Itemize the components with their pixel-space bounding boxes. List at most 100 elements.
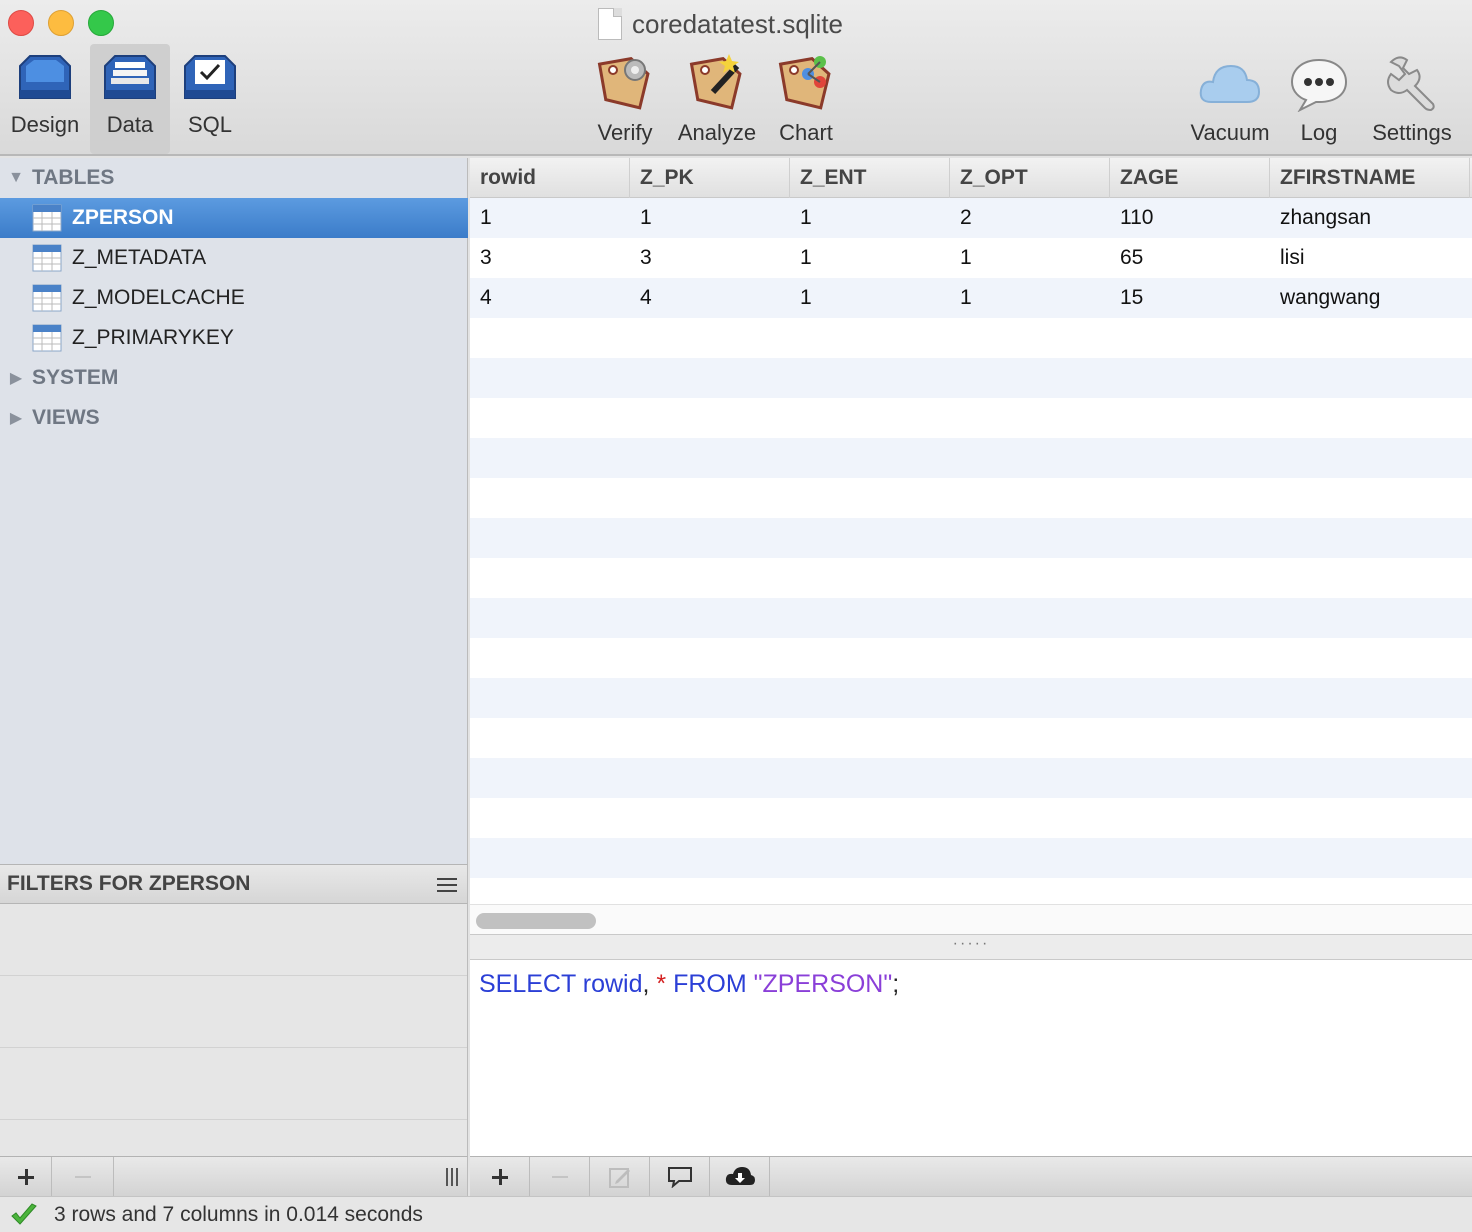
system-header-label: SYSTEM — [32, 366, 119, 389]
settings-button[interactable]: Settings — [1364, 44, 1460, 154]
horizontal-scrollbar[interactable] — [470, 904, 1472, 934]
log-label: Log — [1300, 120, 1338, 145]
data-button[interactable]: Data — [90, 44, 170, 154]
table-cell[interactable]: 1 — [950, 278, 1110, 318]
empty-row — [470, 398, 1472, 438]
sidebar-item-zperson[interactable]: ZPERSON — [0, 198, 468, 238]
views-header-label: VIEWS — [32, 406, 100, 429]
table-cell[interactable]: 1 — [630, 198, 790, 238]
edit-row-button[interactable] — [590, 1156, 650, 1197]
column-header-z-ent[interactable]: Z_ENT — [790, 158, 950, 198]
column-resize-handle[interactable] — [437, 1167, 467, 1187]
comment-button[interactable] — [650, 1156, 710, 1197]
vacuum-button[interactable]: Vacuum — [1184, 44, 1276, 154]
cloud-download-icon — [725, 1166, 755, 1185]
tables-group-header[interactable]: ▼ TABLES — [0, 158, 468, 198]
table-icon — [32, 284, 62, 312]
design-button[interactable]: Design — [2, 44, 88, 154]
table-cell[interactable]: lisi — [1270, 238, 1470, 278]
grid-bottom-bar — [470, 1156, 1472, 1197]
sidebar-item-label: ZPERSON — [72, 206, 174, 229]
system-group-header[interactable]: ▶ SYSTEM — [0, 358, 468, 398]
comment-icon — [667, 1166, 692, 1188]
sql-keyword-select: SELECT — [479, 970, 576, 998]
table-cell[interactable]: 4 — [470, 278, 630, 318]
status-bar: 3 rows and 7 columns in 0.014 seconds — [0, 1196, 1472, 1232]
sql-label: SQL — [187, 112, 233, 137]
delete-row-button[interactable] — [530, 1156, 590, 1197]
column-header-z-pk[interactable]: Z_PK — [630, 158, 790, 198]
menu-icon[interactable] — [437, 877, 457, 893]
scrollbar-thumb[interactable] — [476, 913, 596, 929]
table-row[interactable]: 3 3 1 1 65 lisi — [470, 238, 1472, 278]
remove-filter-button[interactable] — [52, 1156, 114, 1197]
plus-icon — [491, 1168, 508, 1185]
empty-row — [470, 438, 1472, 478]
window-title-text: coredatatest.sqlite — [632, 8, 844, 39]
add-row-button[interactable] — [470, 1156, 530, 1197]
sidebar: ▼ TABLES ZPERSON Z_METADATA Z_MODELCACHE — [0, 158, 468, 864]
column-header-rowid[interactable]: rowid — [470, 158, 630, 198]
table-cell[interactable]: wangwang — [1270, 278, 1470, 318]
table-cell[interactable]: 1 — [790, 238, 950, 278]
editor-splitter-handle[interactable]: ····· — [470, 934, 1472, 960]
sql-table-string: "ZPERSON" — [753, 970, 893, 998]
close-window-button[interactable] — [8, 10, 34, 36]
status-message: 3 rows and 7 columns in 0.014 seconds — [54, 1202, 423, 1226]
table-cell[interactable]: 1 — [790, 278, 950, 318]
filter-row — [0, 904, 467, 976]
table-cell[interactable]: 4 — [630, 278, 790, 318]
table-cell[interactable]: 1 — [950, 238, 1110, 278]
column-header-z-opt[interactable]: Z_OPT — [950, 158, 1110, 198]
table-row[interactable]: 1 1 1 2 110 zhangsan — [470, 198, 1472, 238]
sidebar-item-z-modelcache[interactable]: Z_MODELCACHE — [0, 278, 468, 318]
chart-button[interactable]: Chart — [770, 44, 842, 154]
empty-row — [470, 718, 1472, 758]
sql-star: * — [656, 970, 667, 998]
vacuum-label: Vacuum — [1190, 120, 1270, 145]
table-cell[interactable]: 15 — [1110, 278, 1270, 318]
sql-editor[interactable]: SELECT rowid, * FROM "ZPERSON"; — [470, 960, 1472, 1156]
analyze-button[interactable]: Analyze — [674, 44, 760, 154]
sidebar-item-z-primarykey[interactable]: Z_PRIMARYKEY — [0, 318, 468, 358]
views-group-header[interactable]: ▶ VIEWS — [0, 398, 468, 438]
log-button[interactable]: Log — [1288, 44, 1350, 154]
minus-icon — [74, 1175, 91, 1178]
table-cell[interactable]: 1 — [470, 198, 630, 238]
data-icon — [104, 55, 156, 99]
window-title: coredatatest.sqlite — [598, 6, 843, 42]
zoom-window-button[interactable] — [88, 10, 114, 36]
sql-comma: , — [642, 970, 657, 998]
verify-button[interactable]: Verify — [590, 44, 660, 154]
filters-header-label: FILTERS FOR ZPERSON — [7, 872, 251, 895]
column-header-zage[interactable]: ZAGE — [1110, 158, 1270, 198]
table-row[interactable]: 4 4 1 1 15 wangwang — [470, 278, 1472, 318]
verify-label: Verify — [597, 120, 653, 145]
export-button[interactable] — [710, 1156, 770, 1197]
table-cell[interactable]: 65 — [1110, 238, 1270, 278]
cloud-icon — [1199, 64, 1261, 103]
sidebar-item-z-metadata[interactable]: Z_METADATA — [0, 238, 468, 278]
disclosure-right-icon[interactable]: ▶ — [0, 408, 32, 428]
table-cell[interactable]: 3 — [470, 238, 630, 278]
table-cell[interactable]: 1 — [790, 198, 950, 238]
table-cell[interactable]: 2 — [950, 198, 1110, 238]
empty-row — [470, 678, 1472, 718]
verify-tag-icon — [597, 56, 650, 110]
settings-label: Settings — [1372, 120, 1452, 145]
column-header-zfirstname[interactable]: ZFIRSTNAME — [1270, 158, 1470, 198]
sql-identifier-rowid: rowid — [575, 970, 643, 998]
speech-bubble-icon — [1290, 58, 1348, 112]
disclosure-right-icon[interactable]: ▶ — [0, 368, 32, 388]
add-filter-button[interactable] — [0, 1156, 52, 1197]
table-cell[interactable]: zhangsan — [1270, 198, 1470, 238]
sql-button[interactable]: SQL — [172, 44, 248, 154]
design-label: Design — [10, 112, 80, 137]
table-cell[interactable]: 110 — [1110, 198, 1270, 238]
analyze-tag-icon — [689, 54, 742, 110]
minimize-window-button[interactable] — [48, 10, 74, 36]
disclosure-down-icon[interactable]: ▼ — [0, 169, 32, 187]
empty-row — [470, 598, 1472, 638]
tables-header-label: TABLES — [32, 166, 115, 189]
table-cell[interactable]: 3 — [630, 238, 790, 278]
